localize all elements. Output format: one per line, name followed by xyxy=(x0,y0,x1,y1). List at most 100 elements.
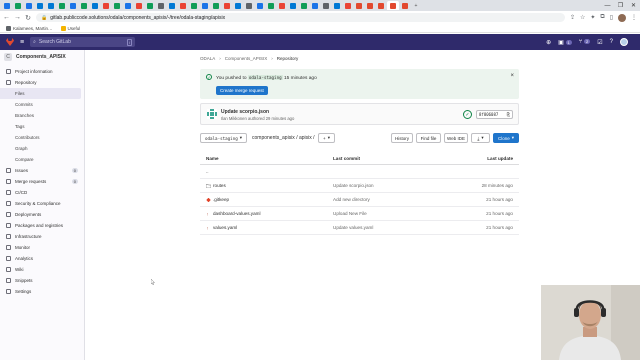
branch-selector[interactable]: odala-staging ▾ xyxy=(200,133,247,143)
breadcrumb-group[interactable]: ODALA xyxy=(200,56,215,61)
table-row[interactable]: routes Update scorpio.json 28 minutes ag… xyxy=(200,179,519,193)
browser-tab[interactable] xyxy=(123,1,133,10)
table-row[interactable]: ! dashboard-values.yaml Upload New File … xyxy=(200,207,519,221)
browser-tab[interactable] xyxy=(145,1,155,10)
close-icon[interactable]: × xyxy=(510,73,514,79)
todo-icon[interactable]: ☑ xyxy=(597,39,602,46)
create-merge-request-button[interactable]: Create merge request xyxy=(216,86,268,95)
file-last-commit[interactable]: Upload New File xyxy=(333,211,367,216)
sidebar-item-graph[interactable]: Graph xyxy=(0,143,84,154)
find-file-button[interactable]: Find file xyxy=(416,133,441,143)
browser-tab[interactable] xyxy=(266,1,276,10)
sidebar-item-deployments[interactable]: Deployments xyxy=(0,209,84,220)
sidebar-item-contributors[interactable]: Contributors xyxy=(0,132,84,143)
file-name[interactable]: values.yaml xyxy=(213,225,237,230)
browser-tab[interactable] xyxy=(332,1,342,10)
menu-icon[interactable]: ≡ xyxy=(20,39,24,46)
help-icon[interactable]: ? xyxy=(610,39,613,45)
share-icon[interactable]: ⇪ xyxy=(570,14,575,21)
sidebar-item-snippets[interactable]: Snippets xyxy=(0,275,84,286)
browser-tab[interactable] xyxy=(189,1,199,10)
clone-button[interactable]: Clone ▾ xyxy=(493,133,519,143)
browser-tab[interactable] xyxy=(255,1,265,10)
plus-icon[interactable]: ⊕ xyxy=(546,39,551,46)
browser-tab[interactable] xyxy=(79,1,89,10)
browser-tab[interactable] xyxy=(277,1,287,10)
browser-tab[interactable] xyxy=(354,1,364,10)
browser-tab[interactable] xyxy=(222,1,232,10)
url-field[interactable]: 🔒 gitlab.publiccode.solutions/odala/comp… xyxy=(36,13,565,22)
browser-tab[interactable] xyxy=(299,1,309,10)
browser-tab[interactable] xyxy=(321,1,331,10)
bookmark-item[interactable]: Kalamees, Martin… xyxy=(6,25,53,31)
file-name[interactable]: .gitkeep xyxy=(213,197,229,202)
browser-tab[interactable] xyxy=(2,1,12,10)
sidebar-item-packages[interactable]: Packages and registries xyxy=(0,220,84,231)
browser-tab[interactable] xyxy=(101,1,111,10)
sidebar-item-monitor[interactable]: Monitor xyxy=(0,242,84,253)
search-input[interactable]: ⌕ Search GitLab / xyxy=(30,37,136,47)
browser-tab[interactable] xyxy=(90,1,100,10)
copy-icon[interactable]: ⎘ xyxy=(507,112,510,117)
sidepanel-icon[interactable]: ▯ xyxy=(610,14,613,21)
browser-tab[interactable] xyxy=(57,1,67,10)
author-avatar[interactable] xyxy=(207,109,217,119)
file-name[interactable]: routes xyxy=(213,183,226,188)
browser-tab[interactable] xyxy=(233,1,243,10)
new-tab-button[interactable]: + xyxy=(411,1,421,10)
pipeline-status-icon[interactable]: ✓ xyxy=(463,110,472,119)
sidebar-item-settings[interactable]: Settings xyxy=(0,286,84,297)
user-avatar[interactable] xyxy=(620,38,628,46)
reload-icon[interactable]: ↻ xyxy=(25,14,31,22)
browser-tab[interactable] xyxy=(24,1,34,10)
back-icon[interactable]: ← xyxy=(3,14,10,21)
sidebar-item-merge-requests[interactable]: Merge requests 0 xyxy=(0,176,84,187)
breadcrumb-current[interactable]: Repository xyxy=(277,56,299,61)
browser-tab[interactable] xyxy=(310,1,320,10)
file-last-commit[interactable]: Add new directory xyxy=(333,197,370,202)
sidebar-item-issues[interactable]: Issues 0 xyxy=(0,165,84,176)
file-last-commit[interactable]: Update scorpio.json xyxy=(333,183,374,188)
browser-tab[interactable] xyxy=(288,1,298,10)
issues-icon[interactable]: ▣ 1 xyxy=(558,39,572,46)
browser-tab[interactable] xyxy=(167,1,177,10)
browser-tab[interactable] xyxy=(46,1,56,10)
sidebar-item-repository[interactable]: Repository xyxy=(0,77,84,88)
web-ide-button[interactable]: Web IDE xyxy=(444,133,468,143)
gitlab-logo-icon[interactable] xyxy=(6,38,14,46)
file-last-commit[interactable]: Update values.yaml xyxy=(333,225,373,230)
browser-tab-active[interactable] xyxy=(387,1,399,10)
maximize-button[interactable]: ❐ xyxy=(614,0,627,11)
browser-tab[interactable] xyxy=(400,1,410,10)
browser-tab[interactable] xyxy=(156,1,166,10)
browser-tab[interactable] xyxy=(343,1,353,10)
sidebar-item-branches[interactable]: Branches xyxy=(0,110,84,121)
table-row[interactable]: .gitkeep Add new directory 21 hours ago xyxy=(200,193,519,207)
merge-request-icon[interactable]: ⑂ 2 xyxy=(579,39,591,45)
forward-icon[interactable]: → xyxy=(14,14,21,21)
browser-tab[interactable] xyxy=(244,1,254,10)
commit-title[interactable]: Update scorpio.json xyxy=(221,109,269,115)
alert-branch[interactable]: odala-staging xyxy=(247,75,283,80)
browser-tab[interactable] xyxy=(376,1,386,10)
table-row[interactable]: ! values.yaml Update values.yaml 21 hour… xyxy=(200,221,519,235)
browser-tab[interactable] xyxy=(200,1,210,10)
file-name[interactable]: dashboard-values.yaml xyxy=(213,211,261,216)
project-header[interactable]: C Components_APISIX xyxy=(0,50,84,64)
sidebar-item-analytics[interactable]: Analytics xyxy=(0,253,84,264)
puzzle-icon[interactable]: ⧉ xyxy=(600,14,604,21)
browser-tab[interactable] xyxy=(68,1,78,10)
browser-tab[interactable] xyxy=(365,1,375,10)
sidebar-item-files[interactable]: Files xyxy=(0,88,81,99)
sidebar-item-compare[interactable]: Compare xyxy=(0,154,84,165)
breadcrumb-project[interactable]: Components_APISIX xyxy=(225,56,268,61)
menu-kebab-icon[interactable]: ⋮ xyxy=(631,14,637,21)
minimize-button[interactable]: — xyxy=(601,0,614,11)
sidebar-item-infrastructure[interactable]: Infrastructure xyxy=(0,231,84,242)
sidebar-item-commits[interactable]: Commits xyxy=(0,99,84,110)
close-window-button[interactable]: ✕ xyxy=(627,0,640,11)
extension-icon[interactable]: ✦ xyxy=(590,14,595,21)
sidebar-item-tags[interactable]: Tags xyxy=(0,121,84,132)
browser-tab[interactable] xyxy=(178,1,188,10)
download-button[interactable]: ⤓ ▾ xyxy=(471,133,490,143)
